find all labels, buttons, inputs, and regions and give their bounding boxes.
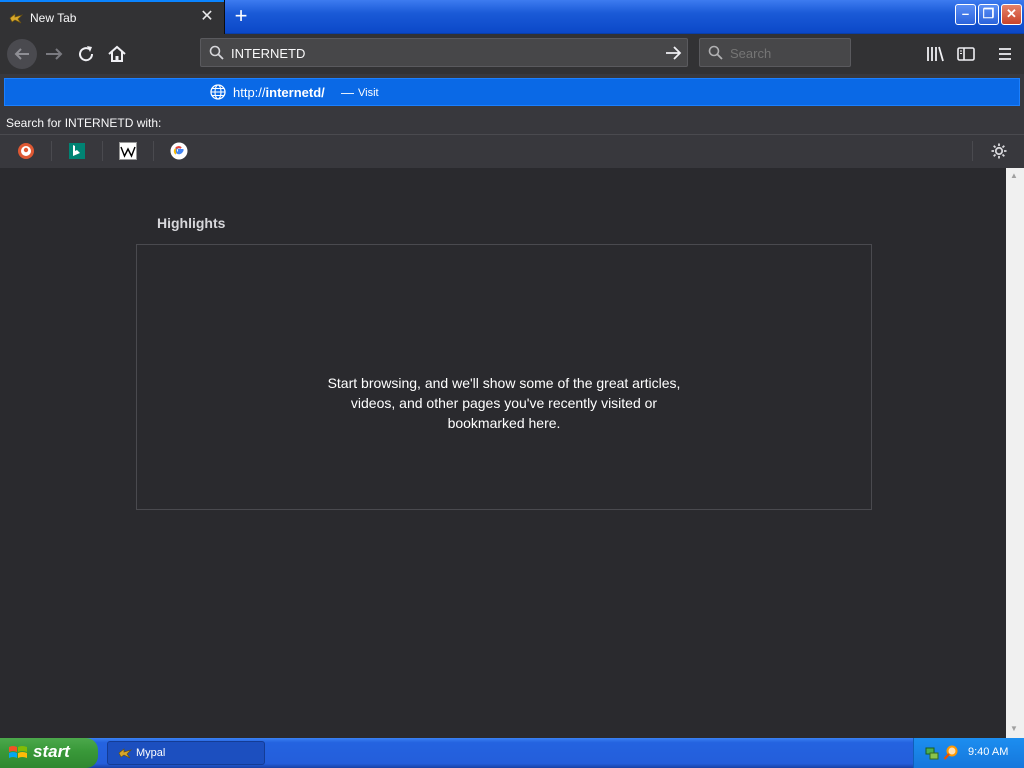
start-label: start: [33, 742, 70, 761]
wikipedia-icon[interactable]: [119, 142, 137, 160]
bing-icon[interactable]: [68, 142, 86, 160]
suggestion-separator: —: [341, 85, 354, 100]
suggestion-row[interactable]: http://internetd/ — Visit: [4, 78, 1020, 106]
minimize-button[interactable]: –: [955, 4, 976, 25]
sidebar-icon[interactable]: [955, 43, 977, 65]
separator: [102, 141, 103, 161]
url-input[interactable]: [231, 44, 651, 62]
highlights-heading: Highlights: [157, 215, 226, 231]
empty-message-line: bookmarked here.: [447, 415, 561, 431]
search-icon: [708, 45, 723, 60]
tab-new-tab[interactable]: New Tab ✕: [0, 0, 224, 34]
vertical-scrollbar[interactable]: ▲ ▼: [1006, 168, 1024, 738]
highlights-empty-message: Start browsing, and we'll show some of t…: [137, 373, 871, 433]
library-icon[interactable]: [924, 43, 946, 65]
reload-button[interactable]: [75, 43, 97, 65]
arrow-left-icon: [14, 48, 29, 60]
search-for-label: Search for INTERNETD with:: [6, 116, 162, 130]
duckduckgo-icon[interactable]: [17, 142, 35, 160]
scroll-up-arrow-icon[interactable]: ▲: [1010, 171, 1018, 180]
separator: [51, 141, 52, 161]
search-input[interactable]: [730, 44, 842, 62]
restore-button[interactable]: ❐: [978, 4, 999, 25]
suggestion-url: http://internetd/: [233, 85, 325, 100]
navigation-toolbar: [0, 34, 1024, 74]
menu-icon[interactable]: [994, 43, 1016, 65]
system-tray: 9:40 AM: [913, 738, 1024, 768]
start-button[interactable]: start: [0, 738, 98, 768]
close-window-button[interactable]: ✕: [1001, 4, 1022, 25]
separator: [972, 141, 973, 161]
mypal-icon: [118, 748, 132, 759]
highlights-empty-box: Start browsing, and we'll show some of t…: [136, 244, 872, 510]
search-icon: [209, 45, 224, 60]
search-bar[interactable]: [699, 38, 851, 67]
taskbar-item-label: Mypal: [136, 747, 166, 759]
windows-logo-icon: [9, 746, 27, 758]
scroll-down-arrow-icon[interactable]: ▼: [1010, 724, 1018, 733]
globe-icon: [210, 84, 226, 100]
empty-message-line: videos, and other pages you've recently …: [350, 395, 658, 411]
clock: 9:40 AM: [968, 746, 1009, 758]
mypal-favicon-icon: [9, 13, 23, 24]
window-caption[interactable]: [225, 0, 1024, 34]
taskbar: start Mypal 9:40 AM: [0, 738, 1024, 768]
search-tray-icon[interactable]: [943, 745, 959, 761]
go-arrow-icon[interactable]: [665, 45, 682, 61]
network-icon[interactable]: [924, 745, 940, 761]
url-bar[interactable]: [200, 38, 688, 67]
one-off-search-engines: [0, 134, 1024, 168]
forward-button[interactable]: [43, 43, 65, 65]
google-icon[interactable]: [170, 142, 188, 160]
taskbar-item-mypal[interactable]: Mypal: [107, 741, 265, 765]
empty-message-line: Start browsing, and we'll show some of t…: [327, 375, 681, 391]
gear-icon[interactable]: [990, 142, 1008, 160]
tab-title: New Tab: [30, 11, 77, 25]
new-tab-button[interactable]: +: [230, 5, 252, 27]
back-button[interactable]: [7, 39, 37, 69]
url-suggestion-popup: http://internetd/ — Visit Search for INT…: [0, 74, 1024, 168]
close-tab-icon[interactable]: ✕: [199, 8, 215, 26]
separator: [153, 141, 154, 161]
suggestion-action: Visit: [358, 87, 379, 99]
home-button[interactable]: [106, 43, 128, 65]
